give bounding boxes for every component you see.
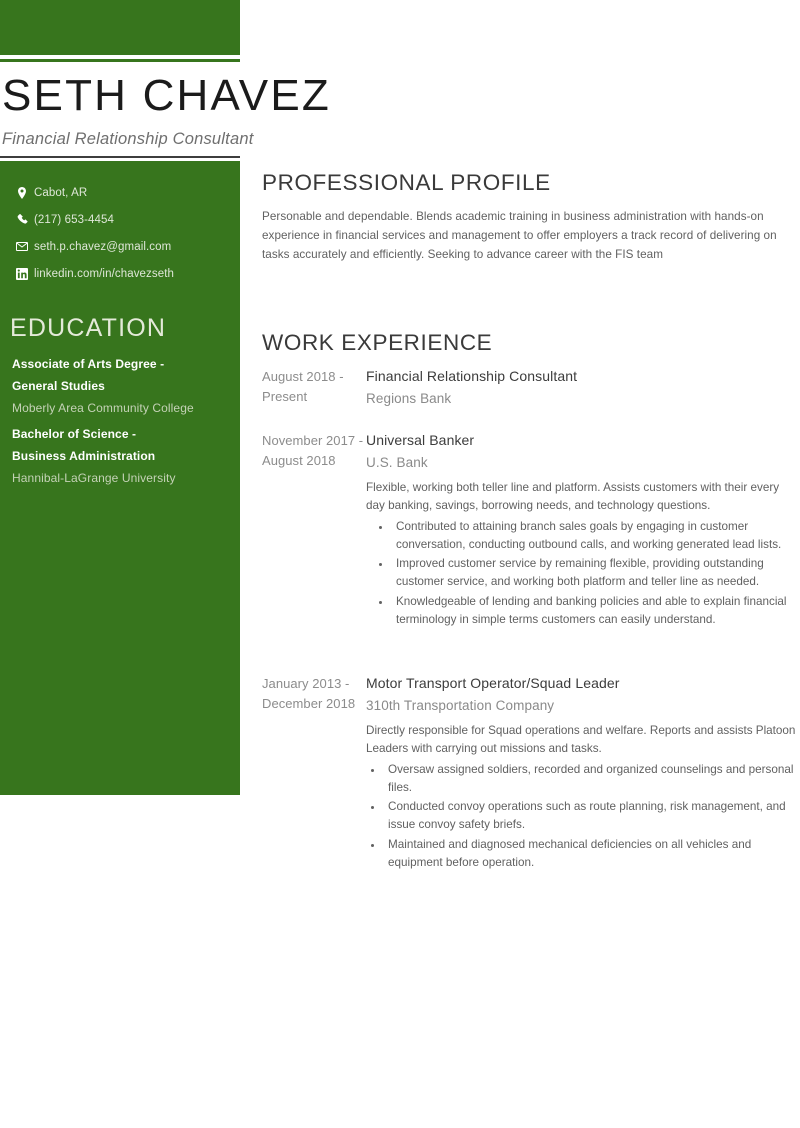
education-degree-line: Bachelor of Science - xyxy=(12,426,137,441)
header-divider xyxy=(0,156,240,158)
map-pin-icon xyxy=(12,186,32,199)
job-body: Universal Banker U.S. Bank Flexible, wor… xyxy=(366,431,800,630)
contact-item-email[interactable]: seth.p.chavez@gmail.com xyxy=(12,233,240,260)
job-dates: January 2013 - December 2018 xyxy=(262,676,356,711)
job-company: U.S. Bank xyxy=(366,454,428,470)
job-role: Motor Transport Operator/Squad Leader xyxy=(366,675,620,691)
job-bullet-list: Contributed to attaining branch sales go… xyxy=(382,518,800,630)
resume-header: SETH CHAVEZ Financial Relationship Consu… xyxy=(0,62,340,157)
sidebar: Cabot, AR (217) 653-4454 seth.p.chavez@g… xyxy=(0,161,240,795)
job-bullet: Improved customer service by remaining f… xyxy=(392,555,800,592)
work-experience-entry: August 2018 - Present Financial Relation… xyxy=(262,367,800,409)
education-degree-line: Business Administration xyxy=(12,448,156,463)
page-title: SETH CHAVEZ xyxy=(2,71,331,120)
job-bullet-list: Oversaw assigned soldiers, recorded and … xyxy=(374,761,800,873)
job-bullet: Conducted convoy operations such as rout… xyxy=(384,798,800,835)
job-bullet: Oversaw assigned soldiers, recorded and … xyxy=(384,761,800,798)
job-dates: August 2018 - Present xyxy=(262,368,344,404)
work-experience-heading: WORK EXPERIENCE xyxy=(262,330,493,355)
job-role: Financial Relationship Consultant xyxy=(366,367,578,384)
linkedin-icon xyxy=(12,267,32,280)
contact-item-linkedin[interactable]: linkedin.com/in/chavezseth xyxy=(12,260,240,287)
contact-location-text: Cabot, AR xyxy=(34,186,88,199)
education-school: Moberly Area Community College xyxy=(12,400,194,415)
phone-icon xyxy=(12,214,32,225)
person-job-title: Financial Relationship Consultant xyxy=(2,130,254,148)
education-degree-line: Associate of Arts Degree - xyxy=(12,356,165,371)
job-body: Financial Relationship Consultant Region… xyxy=(366,367,800,409)
sidebar-top-accent-block xyxy=(0,0,240,55)
contact-item-location: Cabot, AR xyxy=(12,179,240,206)
education-school: Hannibal-LaGrange University xyxy=(12,471,176,486)
contact-list: Cabot, AR (217) 653-4454 seth.p.chavez@g… xyxy=(12,179,240,287)
job-bullet: Maintained and diagnosed mechanical defi… xyxy=(384,836,800,873)
professional-profile-heading: PROFESSIONAL PROFILE xyxy=(262,170,551,195)
job-bullet: Knowledgeable of lending and banking pol… xyxy=(392,593,800,630)
education-heading: EDUCATION xyxy=(10,314,167,342)
contact-phone-text: (217) 653-4454 xyxy=(34,213,115,226)
work-experience-section: WORK EXPERIENCE August 2018 - Present Fi… xyxy=(262,330,800,873)
education-item: Associate of Arts Degree - General Studi… xyxy=(12,353,240,420)
education-list: Associate of Arts Degree - General Studi… xyxy=(12,353,240,490)
job-body: Motor Transport Operator/Squad Leader 31… xyxy=(366,674,800,873)
job-dates: November 2017 - August 2018 xyxy=(262,432,364,468)
job-summary: Flexible, working both teller line and p… xyxy=(366,481,780,513)
contact-linkedin-text: linkedin.com/in/chavezseth xyxy=(34,267,175,280)
contact-email-text: seth.p.chavez@gmail.com xyxy=(34,240,172,253)
professional-profile-text: Personable and dependable. Blends academ… xyxy=(262,209,777,261)
job-company: Regions Bank xyxy=(366,390,452,406)
job-summary: Directly responsible for Squad operation… xyxy=(366,724,796,756)
work-experience-entry: November 2017 - August 2018 Universal Ba… xyxy=(262,431,800,630)
education-degree-line: General Studies xyxy=(12,378,105,393)
job-company: 310th Transportation Company xyxy=(366,697,555,713)
work-experience-entry: January 2013 - December 2018 Motor Trans… xyxy=(262,674,800,873)
education-item: Bachelor of Science - Business Administr… xyxy=(12,423,240,490)
job-role: Universal Banker xyxy=(366,431,475,448)
contact-item-phone: (217) 653-4454 xyxy=(12,206,240,233)
job-bullet: Contributed to attaining branch sales go… xyxy=(392,518,800,555)
envelope-icon xyxy=(12,242,32,251)
professional-profile-section: PROFESSIONAL PROFILE Personable and depe… xyxy=(262,170,800,265)
